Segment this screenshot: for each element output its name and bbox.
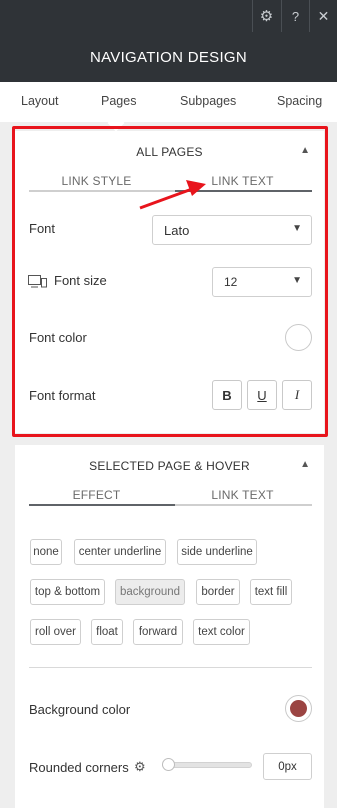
gear-icon: ⚙ (259, 8, 274, 25)
subtab-underline-inactive (29, 190, 175, 192)
background-color-label: Background color (29, 702, 131, 717)
tab-spacing[interactable]: Spacing (277, 94, 322, 108)
italic-icon: I (294, 387, 300, 402)
font-color-label: Font color (29, 330, 87, 345)
subtab-underline-active (29, 504, 175, 506)
help-button[interactable]: ? (281, 0, 309, 32)
effect-chip[interactable]: top & bottom (30, 579, 105, 605)
subtab-link-style[interactable]: LINK STYLE (29, 174, 164, 188)
font-size-value: 12 (224, 275, 238, 289)
rounded-corners-label: Rounded corners (29, 760, 129, 775)
collapse-icon[interactable]: ▲ (300, 145, 310, 156)
font-format-label: Font format (29, 388, 96, 403)
effect-chip[interactable]: border (196, 579, 240, 605)
effect-chip[interactable]: forward (133, 619, 183, 645)
bold-icon: B (222, 387, 232, 403)
settings-button[interactable]: ⚙ (252, 0, 280, 32)
main-tabs: Layout Pages Subpages Spacing (0, 82, 337, 122)
effect-chip[interactable]: float (91, 619, 123, 645)
effect-chip[interactable]: text fill (250, 579, 292, 605)
panel-header: NAVIGATION DESIGN (0, 32, 337, 82)
desktop-mobile-icon (28, 275, 47, 288)
effect-chip[interactable]: roll over (30, 619, 81, 645)
selected-hover-title[interactable]: SELECTED PAGE & HOVER (15, 459, 324, 473)
close-icon: ✕ (317, 7, 330, 24)
effect-chip-active[interactable]: background (115, 579, 185, 605)
all-pages-panel: ALL PAGES ▲ LINK STYLE LINK TEXT Font La… (15, 131, 324, 433)
subtab-link-text[interactable]: LINK TEXT (175, 488, 310, 502)
all-pages-title[interactable]: ALL PAGES (15, 145, 324, 159)
font-select-value: Lato (164, 222, 190, 238)
selected-hover-panel: SELECTED PAGE & HOVER ▲ EFFECT LINK TEXT… (15, 445, 324, 808)
effect-chip[interactable]: side underline (177, 539, 257, 565)
italic-button[interactable]: I (282, 380, 312, 410)
background-color-fill (290, 700, 307, 717)
subtab-underline-inactive (175, 504, 312, 506)
divider (29, 667, 312, 668)
subtab-link-text[interactable]: LINK TEXT (175, 174, 310, 188)
rounded-corners-input[interactable]: 0px (263, 753, 312, 780)
rounded-corners-slider-track[interactable] (162, 762, 252, 768)
font-size-select[interactable]: 12 ▼ (212, 267, 312, 297)
font-select[interactable]: Lato ▼ (152, 215, 312, 245)
background-color-swatch[interactable] (285, 695, 312, 722)
rounded-corners-slider-thumb[interactable] (162, 758, 175, 771)
bold-button[interactable]: B (212, 380, 242, 410)
tab-subpages[interactable]: Subpages (180, 94, 236, 108)
help-icon: ? (291, 8, 300, 24)
effect-chip[interactable]: text color (193, 619, 250, 645)
underline-icon: U (257, 387, 267, 403)
subtab-effect[interactable]: EFFECT (29, 488, 164, 502)
tab-layout[interactable]: Layout (21, 94, 59, 108)
page-title: NAVIGATION DESIGN (89, 48, 248, 66)
font-label: Font (29, 221, 56, 236)
underline-button[interactable]: U (247, 380, 277, 410)
font-size-label: Font size (54, 273, 107, 288)
chevron-down-icon: ▼ (292, 223, 302, 234)
effect-chip[interactable]: none (30, 539, 62, 565)
effect-chip[interactable]: center underline (74, 539, 166, 565)
top-toolbar: ⚙ ? ✕ (0, 0, 337, 32)
collapse-icon[interactable]: ▲ (300, 459, 310, 470)
settings-icon[interactable]: ⚙ (134, 759, 146, 775)
subtab-underline-active (175, 190, 312, 192)
chevron-down-icon: ▼ (292, 275, 302, 286)
rounded-corners-value: 0px (278, 760, 297, 773)
close-button[interactable]: ✕ (309, 0, 337, 32)
font-color-swatch[interactable] (285, 324, 312, 351)
tab-pages[interactable]: Pages (101, 94, 136, 108)
